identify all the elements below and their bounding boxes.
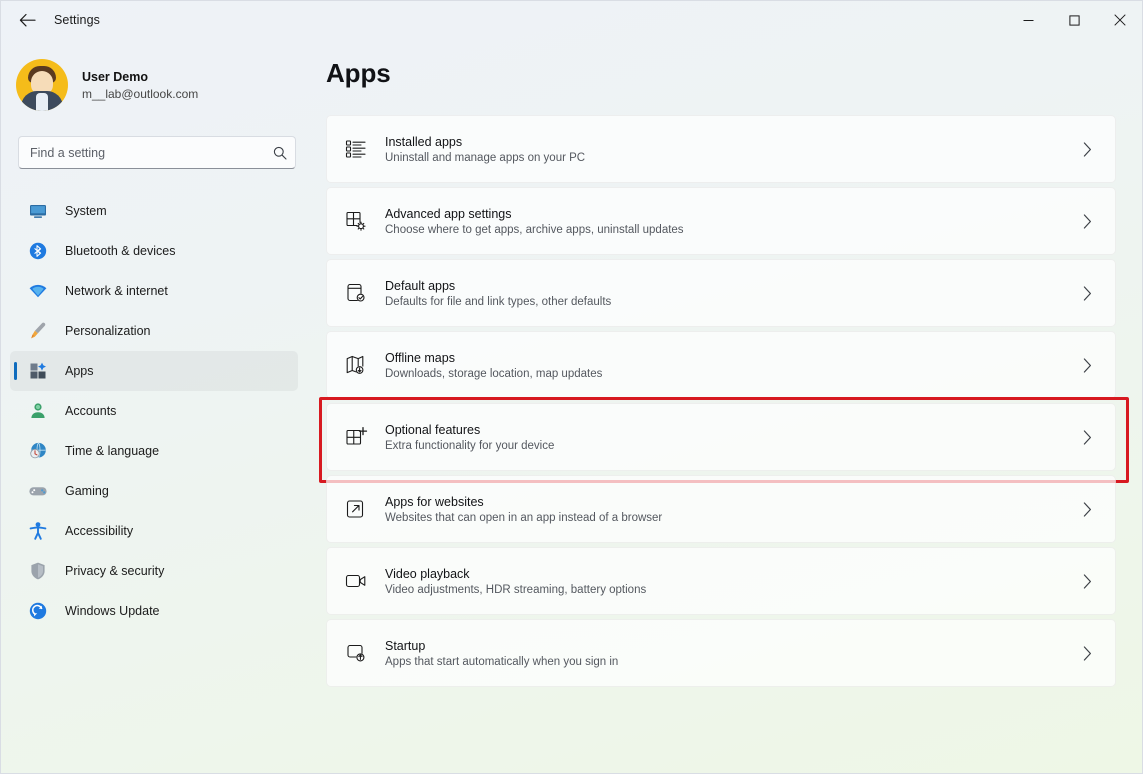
row-title: Installed apps — [385, 134, 463, 149]
sidebar-item-label: Network & internet — [65, 284, 168, 298]
main-content: Apps Installed apps Uninstall and manage… — [312, 40, 1143, 774]
chevron-right-icon — [1073, 213, 1101, 229]
row-subtitle: Uninstall and manage apps on your PC — [385, 151, 586, 164]
chevron-right-icon — [1073, 357, 1101, 373]
close-button[interactable] — [1097, 0, 1143, 40]
search-box[interactable] — [18, 136, 296, 169]
back-button[interactable] — [10, 5, 44, 35]
chevron-right-icon — [1073, 645, 1101, 661]
clock-globe-icon — [27, 441, 48, 462]
sidebar-item-label: System — [65, 204, 107, 218]
bluetooth-icon — [27, 241, 48, 262]
row-title: Optional features — [385, 422, 481, 437]
row-subtitle: Downloads, storage location, map updates — [385, 367, 603, 380]
avatar — [16, 59, 68, 111]
sidebar-item-label: Apps — [65, 364, 94, 378]
monitor-icon — [27, 201, 48, 222]
sidebar-item-system[interactable]: System — [10, 191, 298, 231]
sidebar-item-label: Bluetooth & devices — [65, 244, 176, 258]
app-title: Settings — [54, 13, 100, 27]
sidebar-item-privacy-security[interactable]: Privacy & security — [10, 551, 298, 591]
external-link-icon — [343, 496, 369, 522]
chevron-right-icon — [1073, 141, 1101, 157]
account-card[interactable]: User Demo m__lab@outlook.com — [16, 54, 312, 116]
minimize-button[interactable] — [1005, 0, 1051, 40]
sidebar-item-network-internet[interactable]: Network & internet — [10, 271, 298, 311]
row-title: Offline maps — [385, 350, 455, 365]
sidebar-item-time-language[interactable]: Time & language — [10, 431, 298, 471]
sidebar-item-label: Windows Update — [65, 604, 160, 618]
row-title: Startup — [385, 638, 426, 653]
sidebar-item-bluetooth-devices[interactable]: Bluetooth & devices — [10, 231, 298, 271]
paintbrush-icon — [27, 321, 48, 342]
grid-plus-icon — [343, 424, 369, 450]
page-title: Apps — [326, 58, 391, 88]
window-gear-icon — [343, 208, 369, 234]
sidebar-item-label: Accessibility — [65, 524, 134, 538]
app-check-icon — [343, 280, 369, 306]
sidebar-item-label: Accounts — [65, 404, 117, 418]
list-apps-icon — [343, 136, 369, 162]
search-icon — [265, 146, 295, 160]
settings-list: Installed apps Uninstall and manage apps… — [319, 115, 1129, 687]
row-title: Video playback — [385, 566, 470, 581]
row-title: Default apps — [385, 278, 456, 293]
settings-row-offline-maps[interactable]: Offline maps Downloads, storage location… — [326, 331, 1116, 399]
settings-row-startup[interactable]: Startup Apps that start automatically wh… — [326, 619, 1116, 687]
video-camera-icon — [343, 568, 369, 594]
title-bar: Settings — [0, 0, 1143, 40]
map-download-icon — [343, 352, 369, 378]
row-subtitle: Apps that start automatically when you s… — [385, 655, 619, 668]
sidebar-item-windows-update[interactable]: Windows Update — [10, 591, 298, 631]
chevron-right-icon — [1073, 429, 1101, 445]
sidebar-item-accounts[interactable]: Accounts — [10, 391, 298, 431]
wifi-icon — [27, 281, 48, 302]
apps-grid-icon — [27, 361, 48, 382]
sidebar-nav: System Bluetooth & devices Network & int… — [0, 191, 312, 631]
row-subtitle: Defaults for file and link types, other … — [385, 295, 612, 308]
settings-row-optional-features[interactable]: Optional features Extra functionality fo… — [319, 397, 1129, 483]
row-subtitle: Extra functionality for your device — [385, 439, 555, 452]
row-subtitle: Websites that can open in an app instead… — [385, 511, 663, 524]
startup-power-icon — [343, 640, 369, 666]
gamepad-icon — [27, 481, 48, 502]
sidebar: User Demo m__lab@outlook.com Find a sett… — [0, 40, 312, 774]
window-controls — [1005, 0, 1143, 40]
shield-icon — [27, 561, 48, 582]
settings-row-installed-apps[interactable]: Installed apps Uninstall and manage apps… — [326, 115, 1116, 183]
sidebar-item-apps[interactable]: Apps — [10, 351, 298, 391]
settings-row-advanced-app-settings[interactable]: Advanced app settings Choose where to ge… — [326, 187, 1116, 255]
chevron-right-icon — [1073, 501, 1101, 517]
chevron-right-icon — [1073, 285, 1101, 301]
chevron-right-icon — [1073, 573, 1101, 589]
sidebar-item-label: Gaming — [65, 484, 109, 498]
row-subtitle: Video adjustments, HDR streaming, batter… — [385, 583, 647, 596]
search-input[interactable] — [19, 145, 265, 160]
row-subtitle: Choose where to get apps, archive apps, … — [385, 223, 684, 236]
sidebar-item-gaming[interactable]: Gaming — [10, 471, 298, 511]
sidebar-item-label: Privacy & security — [65, 564, 165, 578]
account-name: User Demo — [82, 69, 148, 84]
sidebar-item-label: Personalization — [65, 324, 151, 338]
settings-row-video-playback[interactable]: Video playback Video adjustments, HDR st… — [326, 547, 1116, 615]
update-refresh-icon — [27, 601, 48, 622]
sidebar-item-accessibility[interactable]: Accessibility — [10, 511, 298, 551]
sidebar-item-label: Time & language — [65, 444, 160, 458]
settings-row-default-apps[interactable]: Default apps Defaults for file and link … — [326, 259, 1116, 327]
settings-window: Settings User Demo m__lab@outlook.com Fi… — [0, 0, 1143, 774]
person-icon — [27, 401, 48, 422]
account-email: m__lab@outlook.com — [82, 86, 199, 101]
sidebar-item-personalization[interactable]: Personalization — [10, 311, 298, 351]
row-title: Advanced app settings — [385, 206, 512, 221]
maximize-button[interactable] — [1051, 0, 1097, 40]
settings-row-apps-for-websites[interactable]: Apps for websites Websites that can open… — [326, 475, 1116, 543]
accessibility-person-icon — [27, 521, 48, 542]
row-title: Apps for websites — [385, 494, 484, 509]
